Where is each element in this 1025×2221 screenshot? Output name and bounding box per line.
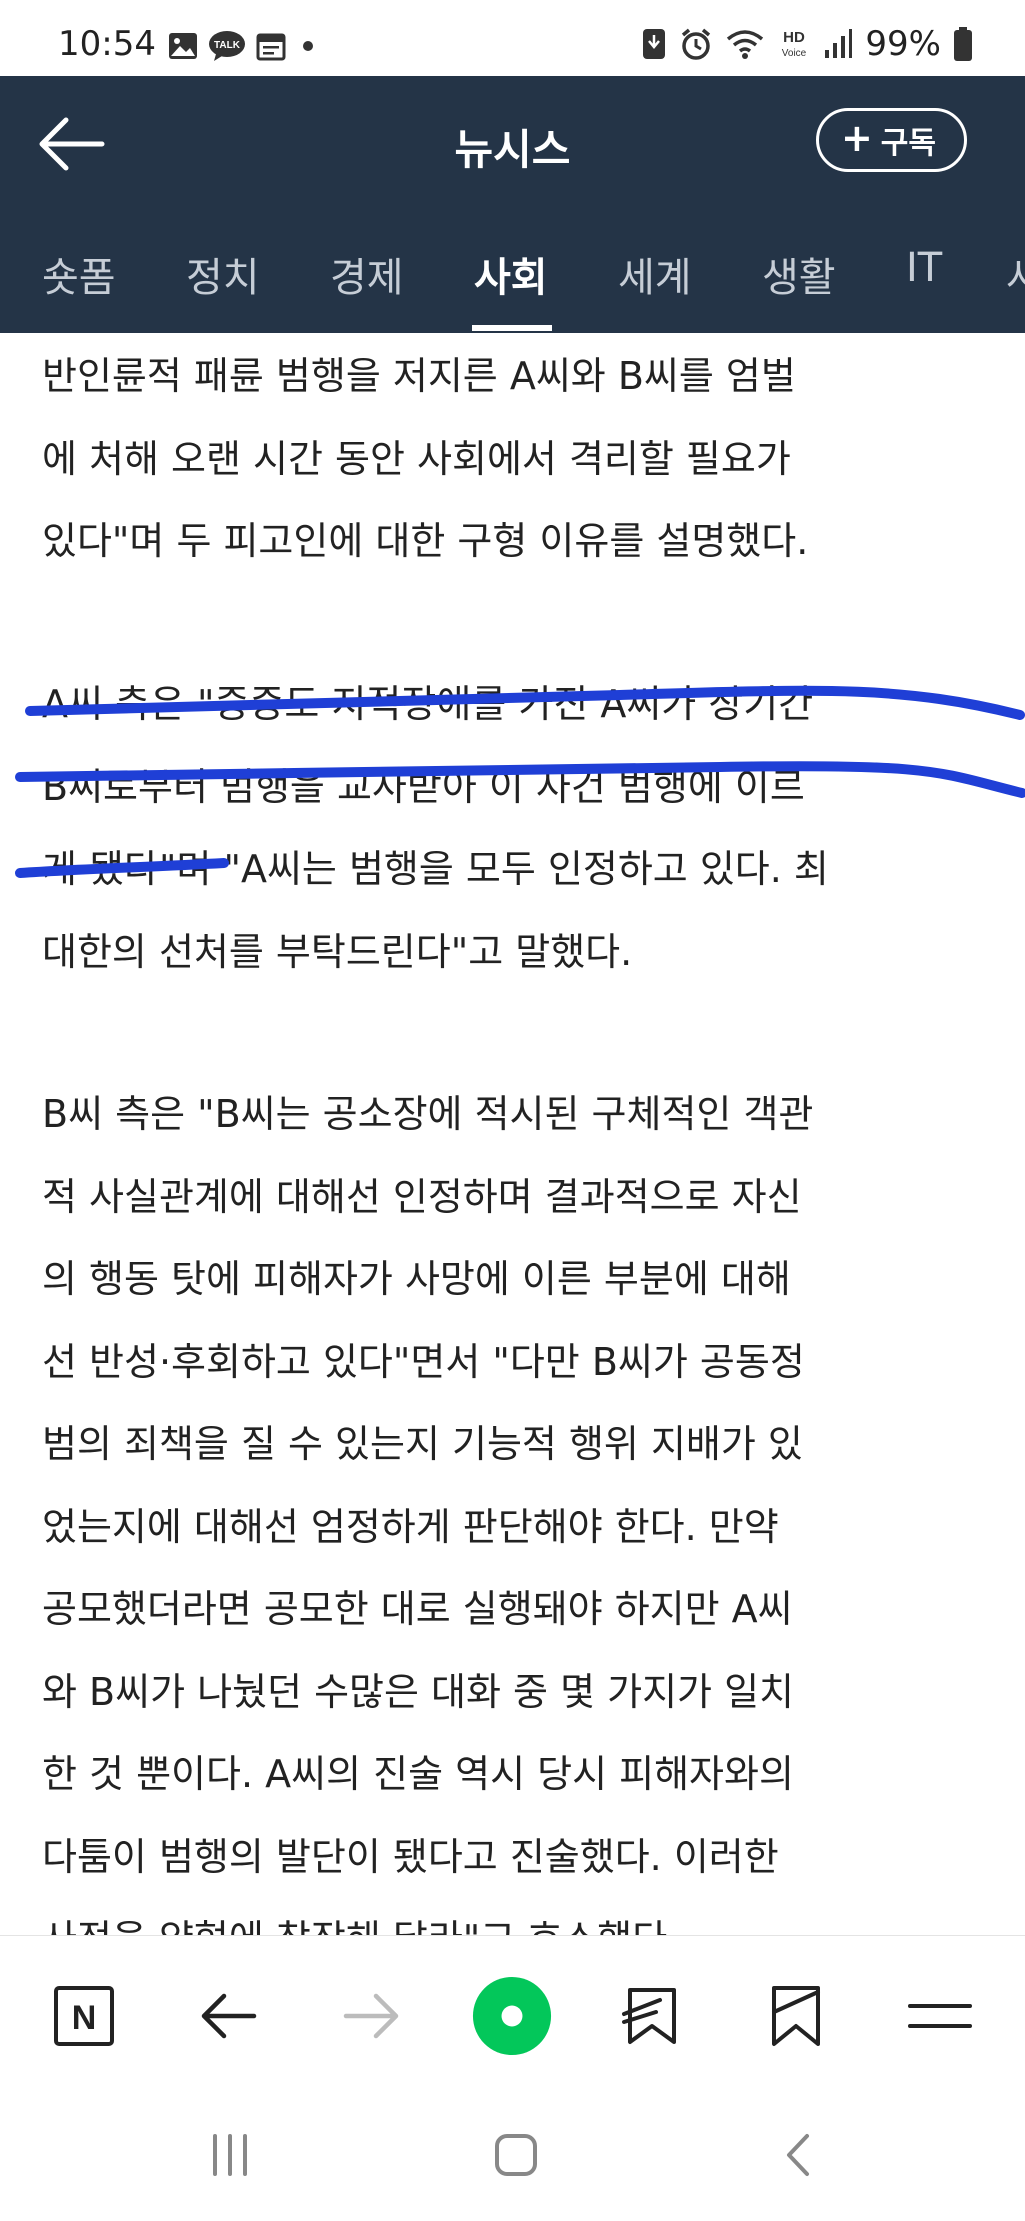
home-button[interactable] xyxy=(476,2120,556,2190)
voice-label: Voice xyxy=(782,48,807,59)
article-paragraph-3: B씨 측은 "B씨는 공소장에 적시된 구체적인 객관 적 사실관계에 대해선 … xyxy=(42,1073,1002,1935)
browser-toolbar: N xyxy=(0,1935,1025,2090)
article-line: B씨 측은 "B씨는 공소장에 적시된 구체적인 객관 xyxy=(42,1092,814,1136)
green-dot-button[interactable] xyxy=(472,1976,552,2056)
article-line: 선 반성·후회하고 있다"면서 "다만 B씨가 공동정 xyxy=(42,1339,805,1384)
recent-apps-button[interactable] xyxy=(190,2120,270,2190)
signal-icon xyxy=(825,29,853,58)
image-icon xyxy=(169,33,197,59)
green-dot-icon xyxy=(472,1976,552,2056)
article-line: 대한의 선처를 부탁드린다"고 말했다. xyxy=(42,929,633,974)
bookmark-icon xyxy=(772,1986,820,2046)
tab-world[interactable]: 세계 xyxy=(618,245,692,303)
status-right: HD Voice 99% xyxy=(641,24,973,64)
article-line: 공모했더라면 공모한 대로 실행돼야 하지만 A씨 xyxy=(42,1587,793,1631)
subscribe-label: 구독 xyxy=(880,126,936,161)
status-bar: 10:54 TALK HD Voice 99% xyxy=(0,0,1025,76)
alarm-icon xyxy=(682,28,711,60)
naver-home-icon: N xyxy=(54,1986,114,2046)
naver-home-button[interactable]: N xyxy=(44,1976,124,2056)
tab-life[interactable]: 생활 xyxy=(762,245,836,303)
app-header: 뉴시스 + 구독 xyxy=(0,76,1025,209)
talk-icon: TALK xyxy=(209,31,245,61)
article-line: 사정을 양형에 참작해 달라"고 호소했다. xyxy=(42,1898,1002,1935)
home-icon xyxy=(495,2134,537,2176)
article-body: 반인륜적 패륜 범행을 저지른 A씨와 B씨를 엄벌 에 처해 오랜 시간 동안… xyxy=(0,333,1025,1935)
tab-it[interactable]: IT xyxy=(906,245,942,291)
calendar-icon xyxy=(256,33,286,61)
tab-economy[interactable]: 경제 xyxy=(330,245,404,303)
download-icon xyxy=(643,29,666,59)
recent-apps-icon xyxy=(213,2134,247,2176)
article-line: 에 처해 오랜 시간 동안 사회에서 격리할 필요가 xyxy=(42,436,791,481)
article-line: 범의 죄책을 질 수 있는지 기능적 행위 지배가 있 xyxy=(42,1422,803,1466)
back-icon xyxy=(787,2134,809,2176)
dot-icon xyxy=(303,41,313,51)
browser-back-button[interactable] xyxy=(188,1976,268,2056)
back-arrow-icon xyxy=(201,1993,257,2039)
back-arrow-icon xyxy=(39,117,105,171)
talk-badge-text: TALK xyxy=(214,40,241,51)
article-line: 적 사실관계에 대해선 인정하며 결과적으로 자신 xyxy=(42,1174,802,1219)
system-nav-bar xyxy=(0,2090,1025,2221)
battery-percentage: 99% xyxy=(865,24,941,64)
tab-politics[interactable]: 정치 xyxy=(186,245,260,303)
plus-icon: + xyxy=(840,116,873,160)
article-line: A씨 측은 "중증도 지적장애를 가진 A씨가 장기간 xyxy=(42,682,814,726)
hd-label: HD xyxy=(784,29,806,46)
article-line: 와 B씨가 나눴던 수많은 대화 중 몇 가지가 일치 xyxy=(42,1669,794,1714)
bookmark-button[interactable] xyxy=(756,1976,836,2056)
status-left-icons: TALK xyxy=(168,30,320,62)
article-line: 다툼이 범행의 발단이 됐다고 진술했다. 이러한 xyxy=(42,1834,779,1879)
article-line: 있다"며 두 피고인에 대한 구형 이유를 설명했다. xyxy=(42,519,809,563)
article-line: B씨로부터 범행을 교사받아 이 사건 범행에 이르 xyxy=(42,764,805,809)
menu-icon xyxy=(908,2004,972,2028)
subscribe-button[interactable]: + 구독 xyxy=(815,108,967,172)
tab-shortform[interactable]: 숏폼 xyxy=(42,245,116,303)
article-paragraph-2: A씨 측은 "중증도 지적장애를 가진 A씨가 장기간 B씨로부터 범행을 교사… xyxy=(42,663,1002,993)
browser-forward-button[interactable] xyxy=(332,1976,412,2056)
forward-arrow-icon xyxy=(343,1993,399,2039)
menu-button[interactable] xyxy=(900,1976,980,2056)
article-line: 반인륜적 패륜 범행을 저지른 A씨와 B씨를 엄벌 xyxy=(42,354,796,398)
active-tab-indicator xyxy=(472,325,552,331)
article-line: 게 됐다"며 "A씨는 범행을 모두 인정하고 있다. 최 xyxy=(42,847,829,891)
article-line: 한 것 뿐이다. A씨의 진술 역시 당시 피해자와의 xyxy=(42,1752,794,1796)
back-button[interactable] xyxy=(36,108,108,180)
article-line: 었는지에 대해선 엄정하게 판단해야 한다. 만약 xyxy=(42,1504,779,1549)
battery-icon xyxy=(954,27,972,61)
share-icon xyxy=(622,1988,676,2044)
share-button[interactable] xyxy=(612,1976,692,2056)
article-line: 의 행동 탓에 피해자가 사망에 이른 부분에 대해 xyxy=(42,1257,791,1301)
tab-society[interactable]: 사회 xyxy=(474,245,548,303)
tab-partial[interactable]: 사 xyxy=(1006,245,1025,303)
naver-letter: N xyxy=(72,1999,97,2037)
category-tab-bar: 숏폼 정치 경제 사회 세계 생활 IT 사 xyxy=(0,209,1025,333)
article-paragraph-1: 반인륜적 패륜 범행을 저지른 A씨와 B씨를 엄벌 에 처해 오랜 시간 동안… xyxy=(42,335,1002,583)
hd-voice-icon: HD Voice xyxy=(782,29,807,59)
system-back-button[interactable] xyxy=(760,2120,840,2190)
wifi-icon xyxy=(727,30,764,59)
status-time: 10:54 xyxy=(58,24,156,64)
